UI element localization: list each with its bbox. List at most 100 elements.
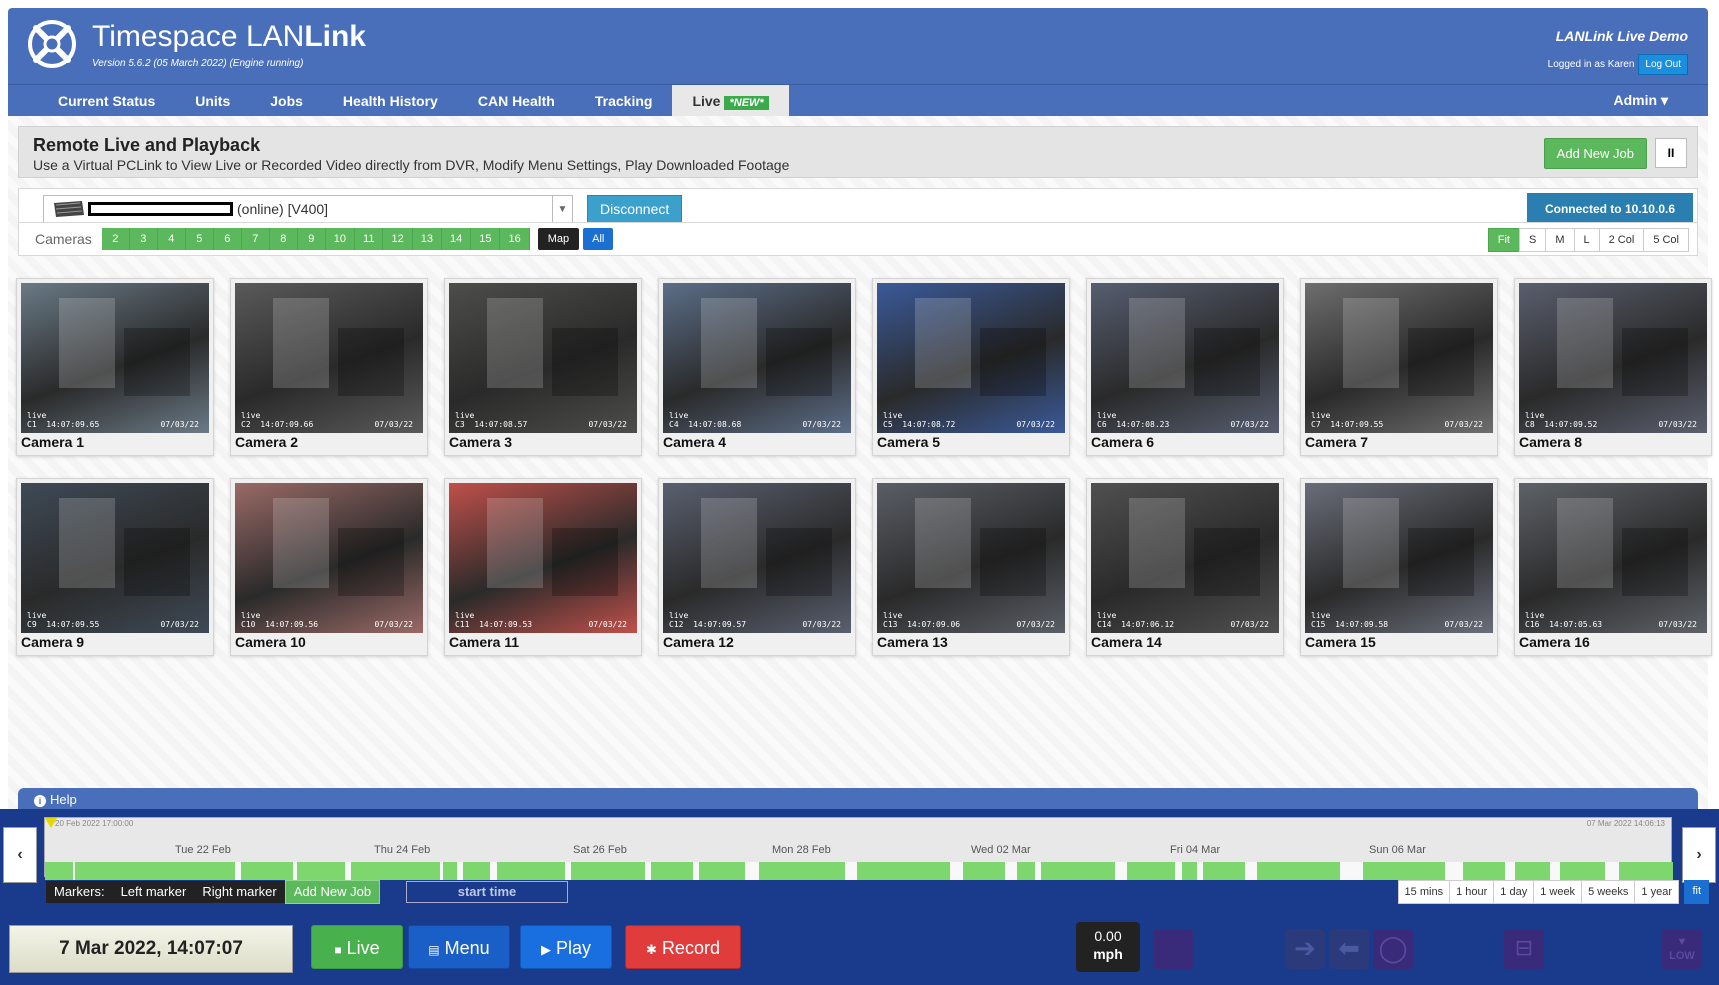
disconnect-button[interactable]: Disconnect xyxy=(587,195,683,223)
nav-live[interactable]: Live *NEW* xyxy=(672,84,789,117)
pause-button[interactable]: II xyxy=(1655,138,1687,168)
camera-tile[interactable]: live C4 14:07:08.68 07/03/22 Camera 4 xyxy=(658,278,856,456)
arrow-right-icon[interactable]: ➔ xyxy=(1285,929,1325,969)
timeline-prev-button[interactable]: ‹ xyxy=(3,827,37,883)
play-button[interactable]: ▶ Play xyxy=(520,925,612,969)
camera-tile[interactable]: live C16 14:07:05.63 07/03/22 Camera 16 xyxy=(1514,478,1712,656)
camera-button[interactable]: 15 xyxy=(471,228,501,250)
nav-current-status[interactable]: Current Status xyxy=(38,85,175,117)
camera-button[interactable]: 12 xyxy=(383,228,413,250)
camera-tile[interactable]: live C11 14:07:09.53 07/03/22 Camera 11 xyxy=(444,478,642,656)
size-button[interactable]: L xyxy=(1573,228,1600,252)
camera-tile[interactable]: live C15 14:07:09.58 07/03/22 Camera 15 xyxy=(1300,478,1498,656)
size-button[interactable]: Fit xyxy=(1487,228,1520,252)
camera-tile[interactable]: live C6 14:07:08.23 07/03/22 Camera 6 xyxy=(1086,278,1284,456)
camera-feed-image[interactable]: live C12 14:07:09.57 07/03/22 xyxy=(663,483,851,633)
nav-tracking[interactable]: Tracking xyxy=(575,85,673,117)
nav-units[interactable]: Units xyxy=(175,85,250,117)
range-button[interactable]: 1 week xyxy=(1533,880,1583,904)
map-button[interactable]: Map xyxy=(537,228,580,250)
disabled-square-button[interactable] xyxy=(1153,929,1193,969)
camera-button[interactable]: 7 xyxy=(241,228,270,250)
record-button[interactable]: ✱ Record xyxy=(625,925,741,969)
camera-tile[interactable]: live C9 14:07:09.55 07/03/22 Camera 9 xyxy=(16,478,214,656)
camera-button[interactable]: 5 xyxy=(185,228,214,250)
camera-feed-image[interactable]: live C2 14:07:09.66 07/03/22 xyxy=(235,283,423,433)
all-button[interactable]: All xyxy=(583,228,614,250)
camera-button[interactable]: 14 xyxy=(441,228,472,250)
range-button[interactable]: 1 year xyxy=(1634,880,1679,904)
nav-can-health[interactable]: CAN Health xyxy=(458,85,575,117)
size-button[interactable]: M xyxy=(1545,228,1575,252)
range-button[interactable]: 1 hour xyxy=(1449,880,1495,904)
camera-feed-image[interactable]: live C3 14:07:08.57 07/03/22 xyxy=(449,283,637,433)
timeline[interactable]: 20 Feb 2022 17:00:00 07 Mar 2022 14:06:1… xyxy=(44,817,1673,880)
range-button[interactable]: 5 weeks xyxy=(1581,880,1636,904)
nav-health-history[interactable]: Health History xyxy=(323,85,458,117)
low-button[interactable]: ▼ LOW xyxy=(1662,929,1702,969)
camera-feed-image[interactable]: live C14 14:07:06.12 07/03/22 xyxy=(1091,483,1279,633)
right-marker-button[interactable]: Right marker xyxy=(194,881,284,903)
camera-tile[interactable]: live C2 14:07:09.66 07/03/22 Camera 2 xyxy=(230,278,428,456)
speed-display: 0.00 mph xyxy=(1076,922,1140,972)
left-marker-button[interactable]: Left marker xyxy=(113,881,195,903)
camera-button[interactable]: 13 xyxy=(412,228,442,250)
camera-tile[interactable]: live C5 14:07:08.72 07/03/22 Camera 5 xyxy=(872,278,1070,456)
camera-feed-image[interactable]: live C9 14:07:09.55 07/03/22 xyxy=(21,483,209,633)
camera-feed-image[interactable]: live C5 14:07:08.72 07/03/22 xyxy=(877,283,1065,433)
expand-icon[interactable]: ⊟ xyxy=(1504,929,1544,969)
add-new-job-button[interactable]: Add New Job xyxy=(1543,138,1647,169)
arrow-left-icon[interactable]: ⬅ xyxy=(1329,929,1369,969)
fit-button[interactable]: fit xyxy=(1684,880,1709,904)
camera-feed-image[interactable]: live C13 14:07:09.06 07/03/22 xyxy=(877,483,1065,633)
camera-button[interactable]: 11 xyxy=(355,228,384,250)
range-button[interactable]: 15 mins xyxy=(1397,880,1451,904)
nav-jobs[interactable]: Jobs xyxy=(250,85,323,117)
camera-feed-image[interactable]: live C10 14:07:09.56 07/03/22 xyxy=(235,483,423,633)
recording-segment xyxy=(463,862,490,880)
camera-feed-image[interactable]: live C1 14:07:09.65 07/03/22 xyxy=(21,283,209,433)
menu-button[interactable]: ▤ Menu xyxy=(408,925,510,969)
timeline-add-job-button[interactable]: Add New Job xyxy=(284,880,381,904)
camera-feed-image[interactable]: live C6 14:07:08.23 07/03/22 xyxy=(1091,283,1279,433)
camera-feed-image[interactable]: live C15 14:07:09.58 07/03/22 xyxy=(1305,483,1493,633)
size-button[interactable]: S xyxy=(1518,228,1547,252)
size-button[interactable]: 5 Col xyxy=(1643,228,1689,252)
logout-button[interactable]: Log Out xyxy=(1638,54,1688,75)
camera-button[interactable]: 8 xyxy=(269,228,298,250)
camera-button[interactable]: 10 xyxy=(325,228,356,250)
camera-feed-image[interactable]: live C16 14:07:05.63 07/03/22 xyxy=(1519,483,1707,633)
camera-osd-date: 07/03/22 xyxy=(374,620,413,629)
camera-tile[interactable]: live C1 14:07:09.65 07/03/22 Camera 1 xyxy=(16,278,214,456)
range-button[interactable]: 1 day xyxy=(1493,880,1535,904)
device-select[interactable]: (online) [V400] ▼ xyxy=(43,195,573,223)
camera-button[interactable]: 4 xyxy=(157,228,186,250)
camera-feed-image[interactable]: live C11 14:07:09.53 07/03/22 xyxy=(449,483,637,633)
camera-feed-image[interactable]: live C4 14:07:08.68 07/03/22 xyxy=(663,283,851,433)
admin-menu[interactable]: Admin ▾ xyxy=(1614,92,1668,109)
circle-icon[interactable]: ◯ xyxy=(1373,929,1413,969)
recording-track[interactable] xyxy=(45,862,1673,880)
start-time-field[interactable]: start time xyxy=(406,881,568,903)
help-bar[interactable]: i Help xyxy=(18,788,1698,809)
camera-button[interactable]: 16 xyxy=(500,228,530,250)
recording-segment xyxy=(297,862,345,880)
camera-feed-image[interactable]: live C8 14:07:09.52 07/03/22 xyxy=(1519,283,1707,433)
camera-tile[interactable]: live C12 14:07:09.57 07/03/22 Camera 12 xyxy=(658,478,856,656)
camera-button[interactable]: 3 xyxy=(129,228,158,250)
live-button[interactable]: ■ Live xyxy=(311,925,403,969)
timeline-next-button[interactable]: › xyxy=(1682,827,1716,883)
camera-button[interactable]: 9 xyxy=(297,228,326,250)
camera-button[interactable]: 2 xyxy=(101,228,130,250)
chevron-down-icon[interactable]: ▼ xyxy=(552,196,572,222)
camera-tile[interactable]: live C3 14:07:08.57 07/03/22 Camera 3 xyxy=(444,278,642,456)
size-button[interactable]: 2 Col xyxy=(1598,228,1645,252)
camera-tile[interactable]: live C14 14:07:06.12 07/03/22 Camera 14 xyxy=(1086,478,1284,656)
camera-tile[interactable]: live C13 14:07:09.06 07/03/22 Camera 13 xyxy=(872,478,1070,656)
camera-label: Camera 10 xyxy=(235,634,306,650)
camera-feed-image[interactable]: live C7 14:07:09.55 07/03/22 xyxy=(1305,283,1493,433)
camera-tile[interactable]: live C7 14:07:09.55 07/03/22 Camera 7 xyxy=(1300,278,1498,456)
camera-tile[interactable]: live C10 14:07:09.56 07/03/22 Camera 10 xyxy=(230,478,428,656)
camera-tile[interactable]: live C8 14:07:09.52 07/03/22 Camera 8 xyxy=(1514,278,1712,456)
camera-button[interactable]: 6 xyxy=(213,228,242,250)
